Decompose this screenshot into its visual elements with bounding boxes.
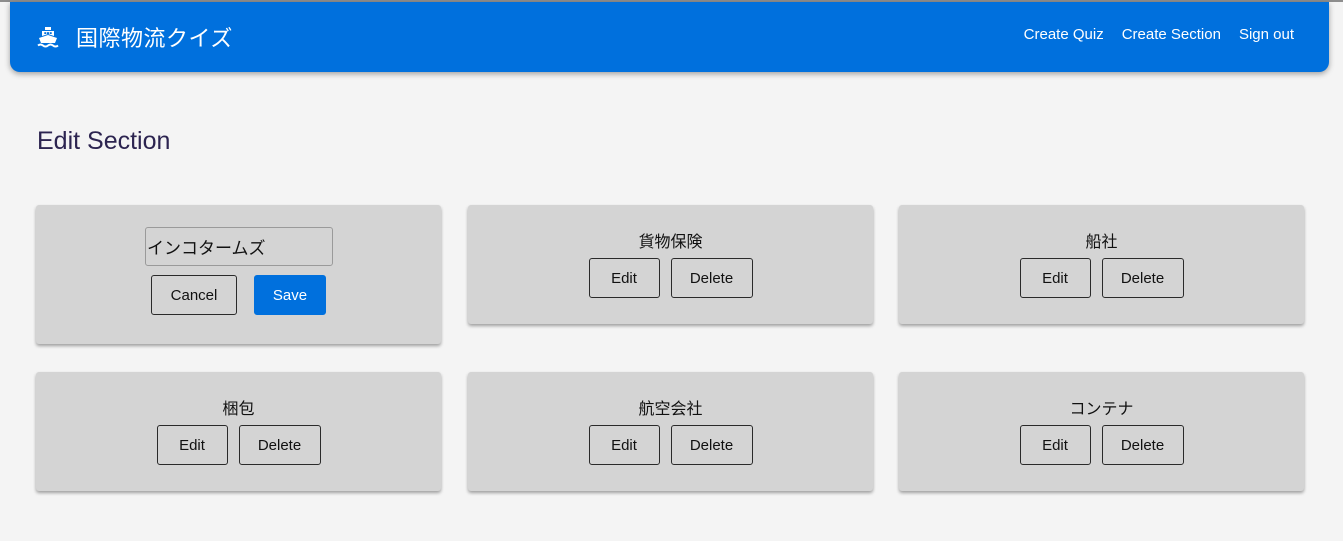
section-card: コンテナ Edit Delete	[899, 372, 1304, 491]
nav-create-section[interactable]: Create Section	[1122, 26, 1221, 43]
section-name: 貨物保険	[638, 232, 703, 251]
delete-button[interactable]: Delete	[670, 425, 753, 465]
save-button[interactable]: Save	[254, 275, 326, 315]
edit-button[interactable]: Edit	[1019, 258, 1091, 298]
edit-button[interactable]: Edit	[1019, 425, 1091, 465]
card-actions: Edit Delete	[899, 258, 1304, 298]
ship-icon	[36, 25, 60, 49]
cancel-button[interactable]: Cancel	[151, 275, 237, 315]
card-actions: Edit Delete	[36, 425, 441, 465]
edit-actions: Cancel Save	[151, 275, 326, 315]
section-name-input[interactable]	[145, 227, 333, 266]
edit-button[interactable]: Edit	[156, 425, 228, 465]
section-card: 貨物保険 Edit Delete	[468, 205, 873, 324]
section-card: 船社 Edit Delete	[899, 205, 1304, 324]
section-name: 船社	[1085, 232, 1118, 251]
edit-button[interactable]: Edit	[588, 425, 660, 465]
card-actions: Edit Delete	[468, 258, 873, 298]
delete-button[interactable]: Delete	[1101, 425, 1184, 465]
page-title: Edit Section	[37, 127, 171, 155]
brand[interactable]: 国際物流クイズ	[36, 20, 233, 54]
card-actions: Edit Delete	[468, 425, 873, 465]
app-title: 国際物流クイズ	[76, 27, 233, 52]
delete-button[interactable]: Delete	[238, 425, 321, 465]
edit-button[interactable]: Edit	[588, 258, 660, 298]
section-card: 梱包 Edit Delete	[36, 372, 441, 491]
top-navbar: 国際物流クイズ Create Quiz Create Section Sign …	[10, 2, 1329, 72]
delete-button[interactable]: Delete	[670, 258, 753, 298]
nav-links: Create Quiz Create Section Sign out	[1024, 26, 1294, 43]
section-card: 航空会社 Edit Delete	[468, 372, 873, 491]
nav-sign-out[interactable]: Sign out	[1239, 26, 1294, 43]
section-name: コンテナ	[1069, 399, 1134, 418]
section-card-editing: Cancel Save	[36, 205, 441, 344]
card-actions: Edit Delete	[899, 425, 1304, 465]
section-name: 航空会社	[638, 399, 703, 418]
delete-button[interactable]: Delete	[1101, 258, 1184, 298]
section-name: 梱包	[222, 399, 255, 418]
nav-create-quiz[interactable]: Create Quiz	[1024, 26, 1104, 43]
